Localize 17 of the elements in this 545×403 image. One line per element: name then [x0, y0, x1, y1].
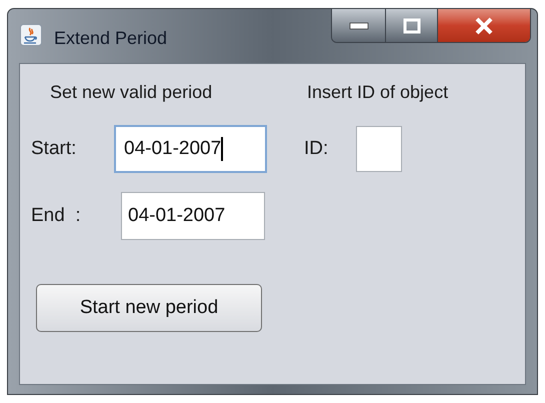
window-title: Extend Period: [54, 27, 168, 50]
minimize-icon: [348, 22, 368, 30]
close-icon: [473, 16, 495, 34]
coffee-cup-icon: [20, 24, 42, 46]
section-heading: Insert ID of object: [307, 81, 448, 104]
date-field[interactable]: 04-01-2007: [114, 125, 267, 173]
date-field[interactable]: 04-01-2007: [121, 192, 265, 240]
close-button[interactable]: [438, 9, 530, 42]
field-label: Start:: [31, 136, 78, 161]
field-label: ID:: [304, 136, 330, 161]
minimize-button[interactable]: [332, 9, 386, 42]
maximize-icon: [402, 18, 420, 34]
id-field[interactable]: [356, 126, 402, 172]
maximize-button[interactable]: [386, 9, 438, 42]
start-period-button[interactable]: Start new period: [36, 284, 262, 332]
section-heading: Set new valid period: [50, 81, 214, 104]
field-label: End :: [31, 204, 82, 228]
